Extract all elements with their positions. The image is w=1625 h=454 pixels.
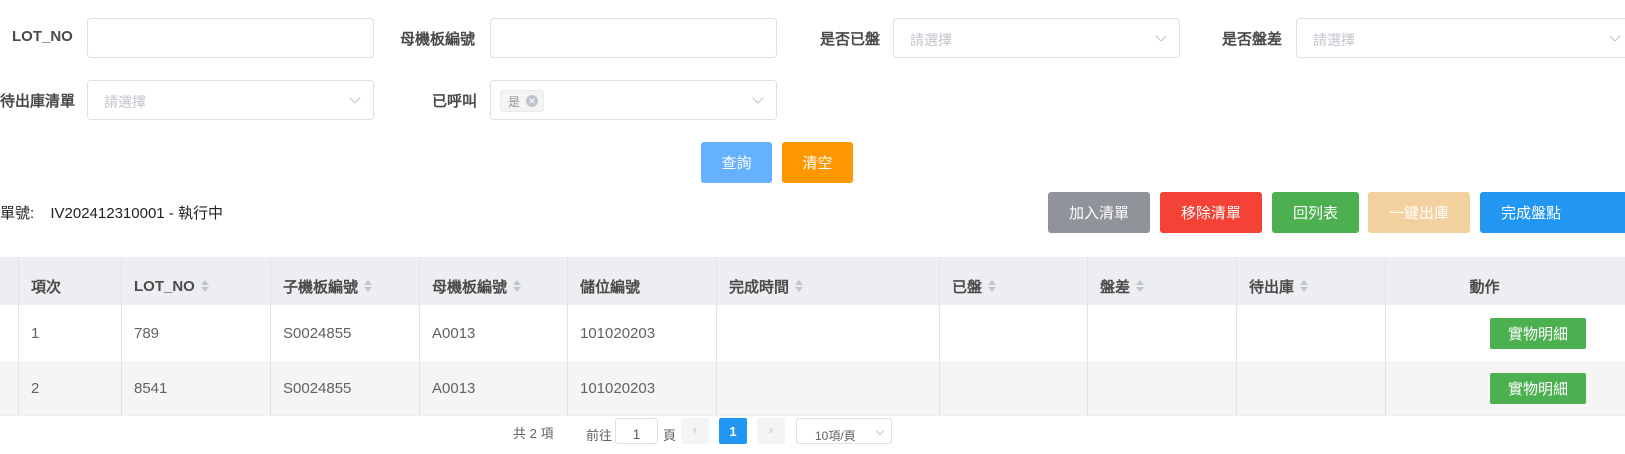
cell-finish-time	[716, 305, 939, 361]
cell-lot-no: 789	[121, 305, 270, 361]
prev-page-icon[interactable]: ‹	[681, 418, 709, 444]
cell-location: 101020203	[567, 305, 716, 361]
cell-child-board: S0024855	[270, 305, 419, 361]
cell-child-board: S0024855	[270, 361, 419, 415]
chevron-down-icon	[752, 92, 764, 104]
sort-icon[interactable]	[200, 280, 209, 292]
cell-counted	[939, 305, 1087, 361]
pagination-total: 共 2 項	[513, 426, 554, 441]
sort-icon[interactable]	[988, 280, 997, 292]
back-list-button[interactable]: 回列表	[1272, 192, 1359, 233]
cell-location: 101020203	[567, 361, 716, 415]
sort-icon[interactable]	[1300, 280, 1309, 292]
order-label: 盤單號:	[0, 205, 35, 222]
chevron-down-icon	[349, 92, 361, 104]
cell-pending	[1236, 361, 1385, 415]
sort-icon[interactable]	[364, 280, 373, 292]
counted-select[interactable]: 請選擇	[893, 18, 1180, 58]
cell-pending	[1236, 305, 1385, 361]
cell-diff	[1087, 361, 1236, 415]
add-list-button[interactable]: 加入清單	[1048, 192, 1150, 233]
pending-out-label: 待出庫清單	[0, 93, 76, 110]
pending-out-placeholder: 請選擇	[104, 94, 146, 110]
table-row[interactable]: 1 789 S0024855 A0013 101020203 實物明細	[0, 305, 1625, 362]
sort-icon[interactable]	[1136, 280, 1145, 292]
cell-mother-board: A0013	[419, 305, 567, 361]
chevron-down-icon	[1609, 30, 1621, 42]
called-label: 已呼叫	[432, 93, 478, 110]
lot-no-input[interactable]	[87, 18, 374, 58]
row-checkbox-cell	[0, 361, 18, 415]
pagination-goto-suffix: 頁	[663, 428, 677, 443]
order-value: IV202412310001 - 執行中	[50, 205, 223, 222]
sort-icon[interactable]	[795, 280, 804, 292]
pagination-goto-input[interactable]: 1	[615, 418, 658, 444]
chevron-down-icon	[1155, 30, 1167, 42]
cell-finish-time	[716, 361, 939, 415]
called-tag: 是 ✕	[500, 90, 545, 112]
cell-diff	[1087, 305, 1236, 361]
called-select[interactable]: 是 ✕	[490, 80, 777, 120]
lot-no-label: LOT_NO	[12, 28, 73, 45]
sort-icon[interactable]	[513, 280, 522, 292]
diff-select[interactable]: 請選擇	[1296, 18, 1625, 58]
clear-button[interactable]: 清空	[782, 142, 853, 183]
diff-label: 是否盤差	[1222, 31, 1283, 48]
mother-board-label: 母機板編號	[400, 31, 476, 48]
cell-index: 2	[18, 361, 121, 415]
diff-placeholder: 請選擇	[1313, 32, 1355, 48]
cell-mother-board: A0013	[419, 361, 567, 415]
next-page-icon[interactable]: ›	[757, 418, 785, 444]
counted-label: 是否已盤	[820, 31, 881, 48]
remove-list-button[interactable]: 移除清單	[1160, 192, 1262, 233]
pagination-goto-prefix: 前往	[586, 428, 613, 443]
query-button[interactable]: 查詢	[701, 142, 772, 183]
table-row[interactable]: 2 8541 S0024855 A0013 101020203 實物明細	[0, 361, 1625, 416]
cell-index: 1	[18, 305, 121, 361]
mother-board-input[interactable]	[490, 18, 777, 58]
close-icon[interactable]: ✕	[526, 95, 539, 107]
pending-out-select[interactable]: 請選擇	[87, 80, 374, 120]
one-click-out-button[interactable]: 一鍵出庫	[1368, 192, 1470, 233]
detail-button[interactable]: 實物明細	[1490, 373, 1586, 404]
counted-placeholder: 請選擇	[910, 32, 952, 48]
page-size-select[interactable]: 10項/頁	[796, 418, 892, 444]
cell-lot-no: 8541	[121, 361, 270, 415]
row-checkbox-cell	[0, 305, 18, 361]
page-size-value: 10項/頁	[815, 429, 856, 443]
chevron-down-icon	[875, 426, 885, 436]
finish-count-button[interactable]: 完成盤點	[1480, 192, 1625, 233]
order-info: 盤單號: IV202412310001 - 執行中	[0, 202, 227, 223]
called-tag-label: 是	[508, 94, 521, 109]
detail-button[interactable]: 實物明細	[1490, 318, 1586, 349]
cell-counted	[939, 361, 1087, 415]
pagination: 共 2 項 前往 1 頁 ‹ 1 › 10項/頁	[0, 418, 1625, 454]
page-number-current[interactable]: 1	[719, 418, 747, 444]
